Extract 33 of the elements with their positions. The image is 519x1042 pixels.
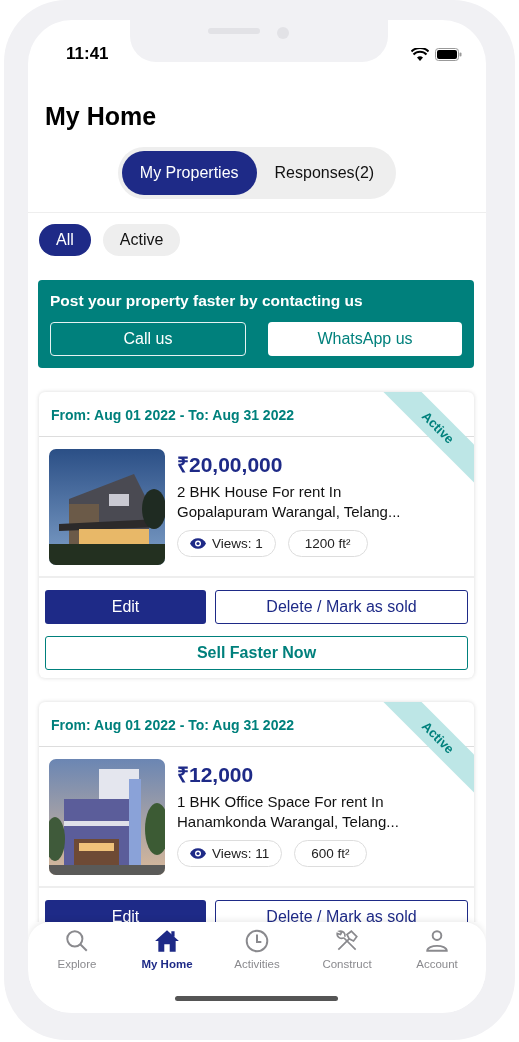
edit-button[interactable]: Edit: [45, 900, 206, 922]
views-count: Views: 1: [212, 536, 263, 551]
price: ₹20,00,000: [177, 452, 284, 478]
status-time: 11:41: [66, 44, 109, 64]
call-button[interactable]: Call us: [50, 322, 246, 356]
tab-bar-item[interactable]: Account: [395, 928, 479, 970]
page-title: My Home: [45, 102, 158, 131]
delete-button[interactable]: Delete / Mark as sold: [215, 590, 468, 624]
home-icon: [154, 928, 180, 954]
tab-bar-item[interactable]: Activities: [215, 928, 299, 970]
segment-tab[interactable]: My Properties: [121, 151, 257, 195]
wifi-icon: [411, 47, 429, 61]
person-icon: [424, 928, 450, 954]
whatsapp-button[interactable]: WhatsApp us: [268, 322, 462, 356]
filter-chip[interactable]: All: [39, 224, 91, 256]
listing-description: 2 BHK House For rent In Gopalapuram Warangal, Telang...: [177, 482, 402, 522]
edit-button[interactable]: Edit: [45, 590, 206, 624]
segment-tab[interactable]: Responses(2): [256, 151, 393, 195]
battery-icon: [435, 47, 462, 61]
eye-icon: [190, 848, 206, 859]
search-icon: [64, 928, 90, 954]
clock-icon: [244, 928, 270, 954]
sell-faster-button[interactable]: Sell Faster Now: [45, 636, 468, 670]
tab-bar-item[interactable]: Explore: [35, 928, 119, 970]
delete-button[interactable]: Delete / Mark as sold: [215, 900, 468, 922]
banner-text: Post your property faster by contacting us: [50, 292, 364, 310]
filter-chip[interactable]: Active: [102, 224, 181, 256]
tab-bar-item[interactable]: My Home: [125, 928, 209, 970]
tab-bar-item[interactable]: Construct: [305, 928, 389, 970]
price: ₹12,000: [177, 762, 255, 788]
views-count: Views: 11: [212, 846, 270, 861]
eye-icon: [190, 538, 206, 549]
listing-description: 1 BHK Office Space For rent In Hanamkonda Warangal, Telang...: [177, 792, 400, 832]
